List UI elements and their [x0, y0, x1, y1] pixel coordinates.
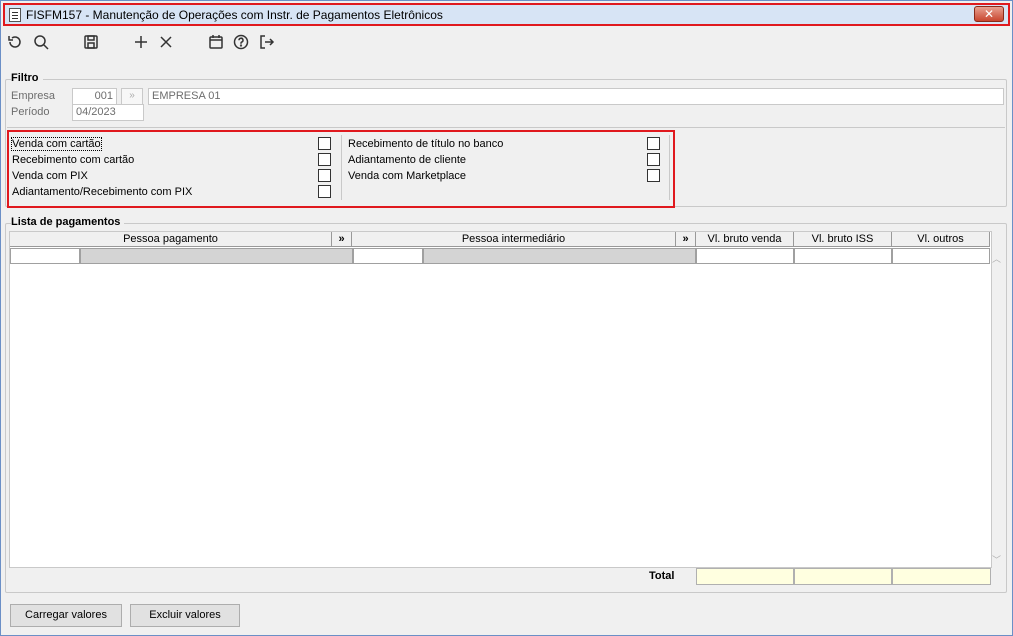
row-pessoa-pagamento-code[interactable]: [10, 248, 80, 264]
option-venda-pix-label[interactable]: Venda com PIX: [12, 170, 88, 182]
row-pessoa-pagamento-name: [80, 248, 353, 264]
row-pessoa-intermediario-code[interactable]: [353, 248, 423, 264]
col-pessoa-intermediario[interactable]: Pessoa intermediário: [352, 232, 676, 247]
options-right-edge: [669, 135, 670, 200]
exit-icon[interactable]: [256, 32, 276, 52]
row-vl-bruto-venda[interactable]: [696, 248, 794, 264]
total-vl-bruto-venda: [696, 568, 794, 585]
filter-title: Filtro: [11, 72, 43, 84]
main-window: FISFM157 - Manutenção de Operações com I…: [0, 0, 1013, 636]
option-venda-cartao-checkbox[interactable]: [318, 137, 331, 150]
window-title: FISFM157 - Manutenção de Operações com I…: [26, 8, 443, 22]
help-icon[interactable]: [231, 32, 251, 52]
options-divider: [341, 135, 342, 200]
col-vl-bruto-venda[interactable]: Vl. bruto venda: [696, 232, 794, 247]
col-vl-outros[interactable]: Vl. outros: [892, 232, 990, 247]
row-pessoa-intermediario-name: [423, 248, 696, 264]
scroll-up-icon[interactable]: ︿: [992, 252, 1001, 265]
option-adiantamento-cliente-checkbox[interactable]: [647, 153, 660, 166]
periodo-label: Período: [11, 106, 50, 118]
option-venda-marketplace-checkbox[interactable]: [647, 169, 660, 182]
search-icon[interactable]: [31, 32, 51, 52]
add-icon[interactable]: [131, 32, 151, 52]
row-vl-bruto-iss[interactable]: [794, 248, 892, 264]
option-venda-marketplace-label[interactable]: Venda com Marketplace: [348, 170, 466, 182]
scroll-down-icon[interactable]: ﹀: [992, 553, 1001, 566]
periodo-input[interactable]: 04/2023: [72, 104, 144, 121]
option-venda-pix-checkbox[interactable]: [318, 169, 331, 182]
option-adiantamento-pix-checkbox[interactable]: [318, 185, 331, 198]
option-adiantamento-cliente-label[interactable]: Adiantamento de cliente: [348, 154, 466, 166]
col-pessoa-pagamento[interactable]: Pessoa pagamento: [10, 232, 332, 247]
total-vl-outros: [892, 568, 991, 585]
toolbar: [1, 29, 1012, 57]
excluir-valores-button[interactable]: Excluir valores: [130, 604, 240, 627]
payments-grid[interactable]: [9, 231, 992, 568]
option-recebimento-titulo-label[interactable]: Recebimento de título no banco: [348, 138, 503, 150]
total-label: Total: [649, 570, 675, 582]
expand-pessoa-pagamento-button[interactable]: »: [332, 232, 352, 247]
option-recebimento-cartao-checkbox[interactable]: [318, 153, 331, 166]
total-vl-bruto-iss: [794, 568, 892, 585]
expand-pessoa-intermediario-button[interactable]: »: [676, 232, 696, 247]
filter-separator: [7, 127, 1005, 128]
empresa-lookup-button[interactable]: »: [121, 88, 143, 105]
empresa-label: Empresa: [11, 90, 56, 102]
empresa-name-field: EMPRESA 01: [148, 88, 1004, 105]
option-venda-cartao-label[interactable]: Venda com cartão: [11, 137, 102, 151]
save-icon[interactable]: [81, 32, 101, 52]
option-recebimento-cartao-label[interactable]: Recebimento com cartão: [12, 154, 134, 166]
option-recebimento-titulo-checkbox[interactable]: [647, 137, 660, 150]
document-icon: [9, 8, 21, 22]
title-bar: FISFM157 - Manutenção de Operações com I…: [3, 3, 1010, 26]
calendar-icon[interactable]: [206, 32, 226, 52]
close-button[interactable]: ✕: [974, 6, 1004, 22]
option-adiantamento-pix-label[interactable]: Adiantamento/Recebimento com PIX: [12, 186, 192, 198]
delete-icon[interactable]: [156, 32, 176, 52]
row-vl-outros[interactable]: [892, 248, 990, 264]
empresa-code-input[interactable]: 001: [72, 88, 117, 105]
col-vl-bruto-iss[interactable]: Vl. bruto ISS: [794, 232, 892, 247]
payments-title: Lista de pagamentos: [11, 216, 125, 228]
undo-icon[interactable]: [5, 32, 25, 52]
carregar-valores-button[interactable]: Carregar valores: [10, 604, 122, 627]
